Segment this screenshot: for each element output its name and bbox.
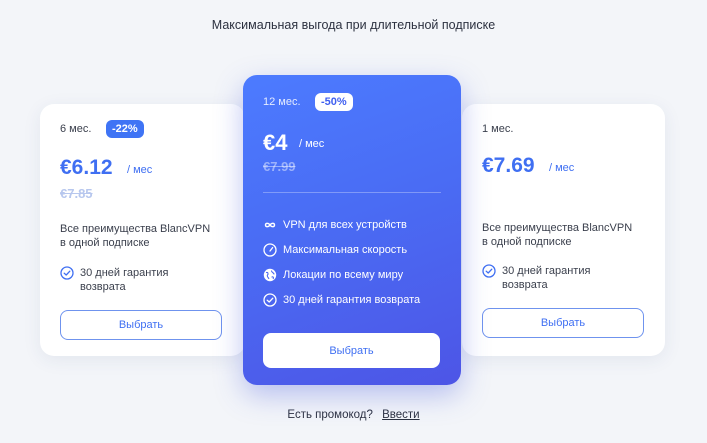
plan-period: 12 мес. [263, 96, 301, 108]
discount-badge: -22% [106, 120, 144, 138]
enter-promo-link[interactable]: Ввести [382, 409, 420, 421]
select-plan-12-button[interactable]: Выбрать [263, 333, 440, 368]
select-plan-1-button[interactable]: Выбрать [482, 308, 644, 338]
plan-price: €6.12 [60, 156, 113, 179]
guarantee-feature: 30 дней гарантия возврата [482, 264, 590, 292]
plan-card-1-month: 1 мес. €7.69 / мес Все преимущества Blan… [462, 104, 665, 356]
guarantee-text: 30 дней гарантия возврата [502, 265, 591, 291]
feature-locations: Локации по всему миру [263, 268, 403, 282]
promo-question: Есть промокод? [287, 409, 373, 421]
guarantee-feature: 30 дней гарантия возврата [60, 266, 168, 294]
check-circle-icon [60, 266, 74, 280]
plan-card-12-months: 12 мес. -50% €4 / мес €7.99 VPN для всех… [243, 75, 461, 385]
check-circle-icon [482, 264, 496, 278]
plan-period: 1 мес. [482, 123, 514, 135]
guarantee-text: 30 дней гарантия возврата [80, 267, 169, 293]
feature-max-speed: Максимальная скорость [263, 243, 407, 257]
select-plan-6-button[interactable]: Выбрать [60, 310, 222, 340]
discount-badge: -50% [315, 93, 353, 111]
speedometer-icon [263, 243, 277, 257]
plan-card-6-months: 6 мес. -22% €6.12 / мес €7.85 Все преиму… [40, 104, 245, 356]
page-headline: Максимальная выгода при длительной подпи… [211, 18, 496, 32]
divider [263, 192, 441, 193]
price-period-label: / мес [127, 164, 153, 176]
globe-icon [263, 268, 277, 282]
infinity-icon [264, 222, 276, 228]
plan-description: Все преимущества BlancVPN в одной подпис… [60, 223, 211, 249]
promo-code-row: Есть промокод? Ввести [0, 409, 707, 421]
check-circle-icon [263, 293, 277, 307]
feature-guarantee: 30 дней гарантия возврата [263, 293, 420, 307]
old-price: €7.99 [263, 159, 296, 174]
price-period-label: / мес [299, 138, 325, 150]
plan-description: Все преимущества BlancVPN в одной подпис… [482, 222, 633, 248]
plan-price: €4 [263, 130, 288, 155]
old-price: €7.85 [60, 186, 93, 201]
plan-price: €7.69 [482, 154, 535, 177]
feature-all-devices: VPN для всех устройств [263, 218, 407, 232]
plan-period: 6 мес. [60, 123, 92, 135]
price-period-label: / мес [549, 162, 575, 174]
